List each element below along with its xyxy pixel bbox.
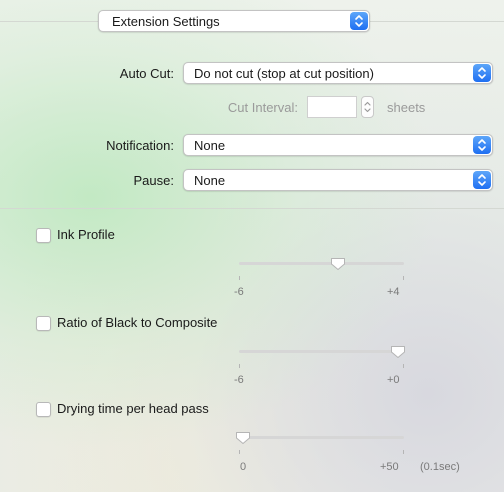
pause-label: Pause: bbox=[133, 173, 174, 188]
drying-time-label: Drying time per head pass bbox=[57, 401, 209, 416]
black-ratio-slider-tick-min bbox=[239, 364, 240, 368]
section-separator bbox=[0, 208, 504, 209]
ink-profile-label: Ink Profile bbox=[57, 227, 115, 242]
black-ratio-min-label: -6 bbox=[234, 374, 244, 386]
black-ratio-slider-knob[interactable] bbox=[390, 345, 406, 359]
up-down-chevron-icon bbox=[350, 12, 368, 30]
notification-popup-value: None bbox=[194, 138, 226, 153]
black-ratio-max-label: +0 bbox=[387, 374, 400, 386]
drying-time-checkbox[interactable] bbox=[36, 402, 51, 417]
notification-popup[interactable]: None bbox=[183, 134, 493, 156]
cut-interval-label: Cut Interval: bbox=[227, 100, 298, 115]
ink-profile-slider-tick-min bbox=[239, 276, 240, 280]
drying-time-min-label: 0 bbox=[240, 461, 247, 473]
drying-time-slider-track bbox=[239, 436, 404, 439]
ink-profile-slider-knob[interactable] bbox=[330, 257, 346, 271]
drying-time-max-label: +50 bbox=[380, 461, 399, 473]
header-separator-left bbox=[0, 21, 98, 22]
pause-popup[interactable]: None bbox=[183, 169, 493, 191]
auto-cut-popup-value: Do not cut (stop at cut position) bbox=[194, 66, 374, 81]
drying-time-slider-tick-max bbox=[403, 450, 404, 454]
extension-settings-popup[interactable]: Extension Settings bbox=[98, 10, 370, 32]
cut-interval-field[interactable] bbox=[307, 96, 357, 118]
ink-profile-min-label: -6 bbox=[234, 286, 244, 298]
pause-popup-value: None bbox=[194, 173, 226, 188]
notification-label: Notification: bbox=[106, 138, 174, 153]
up-down-chevron-icon bbox=[473, 171, 491, 189]
auto-cut-label: Auto Cut: bbox=[119, 66, 174, 81]
up-down-chevron-icon bbox=[473, 64, 491, 82]
black-ratio-slider-tick-max bbox=[403, 364, 404, 368]
extension-settings-popup-value: Extension Settings bbox=[112, 14, 220, 29]
ink-profile-slider-track bbox=[239, 262, 404, 265]
drying-time-slider-tick-min bbox=[239, 450, 240, 454]
cut-interval-stepper[interactable] bbox=[361, 96, 374, 118]
black-ratio-label: Ratio of Black to Composite bbox=[57, 315, 218, 330]
ink-profile-checkbox[interactable] bbox=[36, 228, 51, 243]
black-ratio-checkbox[interactable] bbox=[36, 316, 51, 331]
ink-profile-slider-tick-max bbox=[403, 276, 404, 280]
drying-time-slider-knob[interactable] bbox=[235, 431, 251, 445]
up-down-chevron-icon bbox=[473, 136, 491, 154]
ink-profile-max-label: +4 bbox=[387, 286, 400, 298]
drying-time-unit: (0.1sec) bbox=[420, 461, 460, 473]
auto-cut-popup[interactable]: Do not cut (stop at cut position) bbox=[183, 62, 493, 84]
black-ratio-slider-track bbox=[239, 350, 404, 353]
cut-interval-unit: sheets bbox=[387, 100, 426, 115]
stepper-arrows-icon bbox=[364, 101, 371, 113]
header-separator-right bbox=[370, 21, 504, 22]
